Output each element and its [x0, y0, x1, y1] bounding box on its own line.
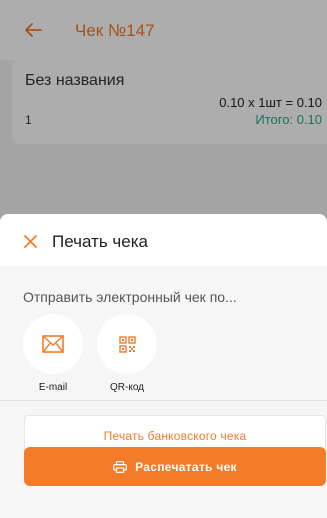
- send-electronic-label: Отправить электронный чек по...: [23, 289, 237, 305]
- qr-circle[interactable]: [97, 314, 157, 374]
- qr-code-icon: [118, 335, 136, 353]
- share-email-button[interactable]: E-mail: [23, 314, 83, 393]
- share-qr-button[interactable]: QR-код: [97, 314, 157, 393]
- printer-icon: [113, 460, 128, 473]
- sheet-title: Печать чека: [52, 232, 148, 251]
- divider: [0, 400, 327, 401]
- share-email-label: E-mail: [38, 382, 68, 393]
- envelope-icon: [42, 335, 64, 353]
- print-receipt-sheet: Печать чека Отправить электронный чек по…: [0, 214, 327, 518]
- share-qr-label: QR-код: [110, 382, 144, 393]
- sheet-header: Печать чека: [0, 214, 327, 266]
- print-button-label: Распечатать чек: [135, 459, 237, 474]
- close-icon[interactable]: [24, 235, 37, 248]
- email-circle[interactable]: [23, 314, 83, 374]
- print-receipt-button[interactable]: Распечатать чек: [24, 447, 326, 486]
